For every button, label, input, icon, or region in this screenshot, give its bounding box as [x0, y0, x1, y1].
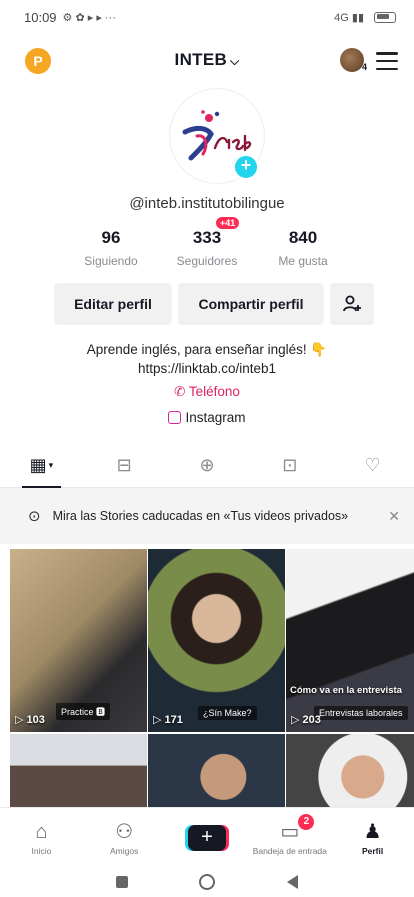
- stat-likes[interactable]: 840 Me gusta: [255, 228, 351, 268]
- recents-icon[interactable]: [115, 876, 128, 888]
- play-count: ▷ 171: [153, 714, 183, 726]
- bio-text: Aprende inglés, para enseñar inglés! 👇: [86, 342, 328, 357]
- profile-icon: ♟: [363, 820, 382, 843]
- inbox-icon: ▭: [280, 820, 300, 843]
- phone-label: Teléfono: [188, 384, 240, 399]
- stat-followers[interactable]: +41 333 Seguidores: [159, 217, 255, 268]
- add-user-icon: [343, 295, 361, 312]
- inbox-badge: 2: [298, 814, 315, 830]
- phone-link[interactable]: ✆ Teléfono: [0, 384, 414, 400]
- profile-bio: Aprende inglés, para enseñar inglés! 👇 h…: [0, 340, 414, 378]
- top-bar: P INTEB ⌵ 4: [0, 40, 414, 84]
- stat-following-label: Siguiendo: [84, 254, 138, 268]
- tab-private[interactable]: ⊕: [166, 444, 249, 487]
- video-thumbnail[interactable]: [10, 734, 147, 812]
- repost-icon: ⊡: [282, 455, 298, 475]
- nav-profile[interactable]: ♟ Perfil: [331, 808, 414, 867]
- share-profile-button[interactable]: Compartir perfil: [178, 283, 324, 325]
- home-icon: ⌂: [35, 820, 48, 843]
- stat-likes-value: 840: [288, 228, 318, 247]
- tab-reposts[interactable]: ⊡: [248, 444, 331, 487]
- create-button[interactable]: +: [187, 824, 226, 851]
- nav-friends[interactable]: ⚇ Amigos: [83, 808, 166, 867]
- stat-followers-value: 333: [192, 228, 222, 247]
- status-bar: 10:09 ⚙ ✿ ▸ ▸ ··· 4G ▮▮: [0, 0, 414, 34]
- video-thumbnail[interactable]: [148, 734, 285, 812]
- bio-link[interactable]: https://linktab.co/inteb1: [0, 359, 414, 378]
- play-count: ▷ 103: [15, 714, 45, 726]
- status-notification-icons: ⚙ ✿ ▸ ▸ ···: [62, 11, 116, 24]
- stat-following[interactable]: 96 Siguiendo: [63, 228, 159, 268]
- battery-icon: [374, 11, 396, 23]
- status-time: 10:09: [24, 9, 57, 25]
- caret-down-icon: ▾: [48, 460, 54, 470]
- nav-inbox-label: Bandeja de entrada: [252, 845, 327, 856]
- home-button-icon[interactable]: [199, 874, 216, 890]
- tab-shop[interactable]: ⊟: [83, 444, 166, 487]
- instagram-label: Instagram: [185, 410, 246, 425]
- video-tag: ¿Sín Make?: [198, 706, 257, 720]
- friends-icon: ⚇: [115, 820, 134, 843]
- play-count: ▷ 203: [291, 714, 321, 726]
- video-caption: Cómo va en la entrevista: [290, 685, 402, 696]
- instagram-link[interactable]: Instagram: [0, 410, 414, 425]
- video-thumbnail[interactable]: Cómo va en la entrevista Entrevistas lab…: [286, 549, 414, 732]
- stat-following-value: 96: [101, 228, 121, 247]
- profile-avatar-wrap: +: [169, 88, 265, 184]
- tab-liked[interactable]: ♡: [331, 444, 414, 487]
- chevron-down-icon: ⌵: [230, 54, 240, 68]
- video-tag: Practice 🅱: [56, 703, 111, 720]
- tab-videos[interactable]: ▦ ▾: [0, 444, 83, 488]
- heart-icon: ♡: [364, 455, 381, 475]
- lock-icon: ⊕: [199, 455, 215, 475]
- close-icon[interactable]: ✕: [388, 508, 400, 525]
- nav-inbox[interactable]: ▭ 2 Bandeja de entrada: [248, 808, 331, 867]
- video-grid: Practice 🅱 ▷ 103 ¿Sín Make? ▷ 171 Cómo v…: [10, 549, 414, 812]
- menu-icon[interactable]: [376, 52, 398, 70]
- grid-icon: ▦: [29, 455, 47, 475]
- nav-home[interactable]: ⌂ Inicio: [0, 808, 83, 867]
- stat-likes-label: Me gusta: [278, 254, 328, 268]
- add-friend-button[interactable]: [330, 283, 374, 325]
- new-followers-badge: +41: [216, 217, 240, 229]
- instagram-icon: [168, 411, 182, 424]
- video-tag: Entrevistas laborales: [314, 706, 408, 720]
- stories-banner-text: Mira las Stories caducadas en «Tus video…: [52, 509, 349, 523]
- system-nav: [0, 867, 414, 897]
- back-icon[interactable]: [287, 875, 299, 889]
- account-name: INTEB: [174, 50, 228, 69]
- nav-home-label: Inicio: [31, 845, 52, 856]
- content-tabs: ▦ ▾ ⊟ ⊕ ⊡ ♡: [0, 444, 414, 488]
- bottom-nav: ⌂ Inicio ⚇ Amigos + ▭ 2 Bandeja de entra…: [0, 807, 414, 867]
- nav-friends-label: Amigos: [110, 845, 139, 856]
- camera-icon: ⊙: [28, 508, 41, 525]
- video-thumbnail[interactable]: [286, 734, 414, 812]
- signal-icon: 4G ▮▮: [334, 11, 364, 24]
- stat-followers-label: Seguidores: [176, 254, 238, 268]
- avatar-count: 4: [362, 62, 368, 72]
- profile-actions: Editar perfil Compartir perfil: [54, 283, 374, 325]
- friends-avatar[interactable]: [340, 48, 364, 72]
- store-icon: ⊟: [116, 455, 132, 475]
- nav-profile-label: Perfil: [361, 845, 384, 856]
- phone-icon: ✆: [174, 384, 189, 399]
- profile-stats: 96 Siguiendo +41 333 Seguidores 840 Me g…: [0, 217, 414, 268]
- username: @inteb.institutobilingue: [129, 195, 285, 212]
- video-thumbnail[interactable]: ¿Sín Make? ▷ 171: [148, 549, 285, 732]
- nav-create[interactable]: +: [166, 808, 249, 867]
- video-thumbnail[interactable]: Practice 🅱 ▷ 103: [10, 549, 147, 732]
- edit-profile-button[interactable]: Editar perfil: [54, 283, 172, 325]
- add-story-button[interactable]: +: [233, 154, 259, 180]
- stories-banner[interactable]: ⊙ Mira las Stories caducadas en «Tus vid…: [0, 488, 414, 544]
